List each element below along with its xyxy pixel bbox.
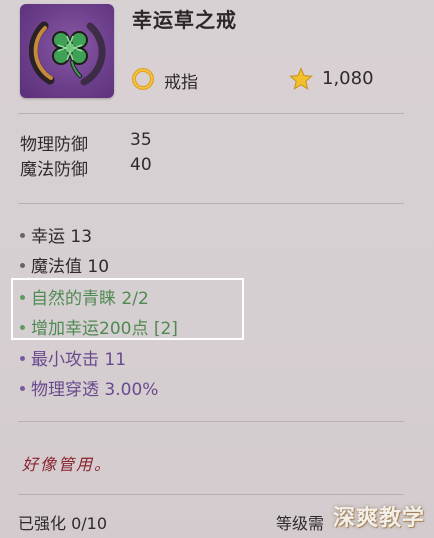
item-type: 戒指 [164, 73, 198, 93]
stat-label: 物理防御 [20, 135, 88, 155]
bullet-icon [20, 355, 25, 361]
attribute-mana: 魔法值 10 [20, 252, 109, 277]
highlight-box [11, 278, 244, 340]
attribute-luck: 幸运 13 [20, 222, 92, 247]
attribute-text: 魔法值 10 [31, 257, 110, 277]
divider [18, 113, 404, 114]
enhance-level: 已强化 0/10 [18, 514, 108, 533]
clover-ring-icon [20, 4, 114, 98]
watermark: 深爽教学 [333, 506, 426, 531]
item-tooltip-panel: 幸运草之戒 戒指 1,080 物理防御 35 魔法防御 40 幸运 13 魔法值… [0, 0, 434, 538]
stat-label: 魔法防御 [20, 160, 88, 180]
item-price: 1,080 [322, 68, 374, 89]
attribute-text: 最小攻击 11 [31, 350, 127, 370]
bullet-icon [20, 385, 25, 391]
item-name: 幸运草之戒 [132, 8, 237, 32]
attribute-text: 幸运 13 [31, 227, 93, 247]
divider [18, 421, 404, 422]
bullet-icon [20, 232, 25, 238]
flavor-text: 好像管用。 [22, 455, 113, 474]
stat-physical-defense: 物理防御 35 [20, 130, 152, 155]
stat-value: 40 [130, 155, 152, 175]
divider [18, 494, 404, 495]
stat-magic-defense: 魔法防御 40 [20, 155, 152, 180]
level-requirement: 等级需 [276, 514, 325, 533]
ring-icon [130, 66, 156, 92]
attribute-text: 物理穿透 3.00% [31, 380, 159, 400]
divider [18, 203, 404, 204]
attribute-penetration: 物理穿透 3.00% [20, 375, 158, 400]
star-icon [289, 67, 313, 91]
stat-value: 35 [130, 130, 152, 150]
bullet-icon [20, 262, 25, 268]
attribute-min-attack: 最小攻击 11 [20, 345, 126, 370]
